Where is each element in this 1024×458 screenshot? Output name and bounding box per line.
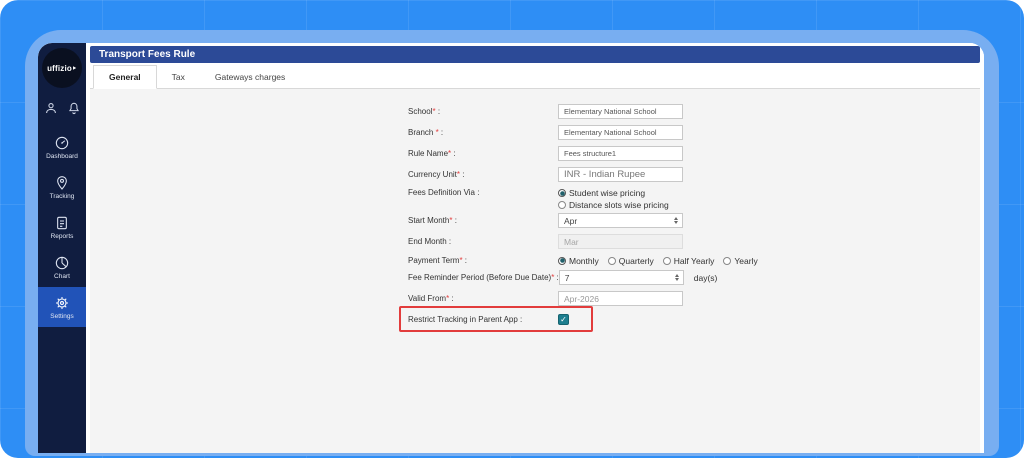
sidebar-item-dashboard[interactable]: Dashboard bbox=[38, 127, 86, 167]
dashboard-icon bbox=[55, 136, 69, 150]
radio-student-wise-pricing[interactable]: Student wise pricing bbox=[558, 188, 669, 198]
radio-yearly[interactable]: Yearly bbox=[723, 256, 758, 266]
end-month-input: Mar bbox=[558, 234, 683, 249]
form-row-restrict-tracking: Restrict Tracking in Parent App : ✓ bbox=[399, 306, 980, 332]
start-month-select[interactable]: Apr bbox=[558, 213, 683, 228]
sidebar-nav: Dashboard Tracking Reports Chart Setting… bbox=[38, 127, 86, 327]
sidebar-item-reports[interactable]: Reports bbox=[38, 207, 86, 247]
form-row-valid-from: Valid From* : Apr-2026 bbox=[408, 291, 980, 306]
radio-unselected-icon bbox=[662, 256, 671, 265]
background: uffizio‣ Dashboard Tracking Reports Char… bbox=[0, 0, 1024, 458]
form-row-end-month: End Month : Mar bbox=[408, 234, 980, 249]
user-icon[interactable] bbox=[44, 101, 58, 115]
form-row-payment-term: Payment Term* : Monthly Quarterly Half Y… bbox=[408, 255, 980, 266]
valid-from-input[interactable]: Apr-2026 bbox=[558, 291, 683, 306]
form-row-start-month: Start Month* : Apr bbox=[408, 213, 980, 228]
school-input[interactable]: Elementary National School bbox=[558, 104, 683, 119]
tab-tax[interactable]: Tax bbox=[157, 66, 200, 88]
form-row-currency-unit: Currency Unit* : INR - Indian Rupee bbox=[408, 167, 980, 182]
chart-icon bbox=[55, 256, 69, 270]
form-row-fee-reminder: Fee Reminder Period (Before Due Date)* :… bbox=[408, 270, 980, 285]
form-row-rule-name: Rule Name* : Fees structure1 bbox=[408, 146, 980, 161]
restrict-tracking-label: Restrict Tracking in Parent App : bbox=[408, 315, 523, 324]
currency-unit-input[interactable]: INR - Indian Rupee bbox=[558, 167, 683, 182]
gear-icon bbox=[56, 297, 68, 309]
sidebar-item-chart[interactable]: Chart bbox=[38, 247, 86, 287]
brand-logo: uffizio‣ bbox=[42, 48, 82, 88]
spinner-icon bbox=[674, 217, 678, 224]
rule-name-label: Rule Name* : bbox=[408, 149, 456, 158]
restrict-tracking-checkbox[interactable]: ✓ bbox=[558, 314, 569, 325]
end-month-label: End Month : bbox=[408, 237, 452, 246]
radio-unselected-icon bbox=[723, 256, 732, 265]
sidebar-quick-icons bbox=[44, 101, 81, 115]
fee-reminder-unit: day(s) bbox=[693, 272, 718, 283]
radio-unselected-icon bbox=[558, 201, 566, 209]
bell-icon[interactable] bbox=[67, 101, 81, 115]
radio-monthly[interactable]: Monthly bbox=[558, 256, 599, 266]
window-titlebar: Transport Fees Rule bbox=[90, 46, 980, 63]
school-label: School* : bbox=[408, 107, 441, 116]
fee-reminder-label: Fee Reminder Period (Before Due Date)* : bbox=[408, 273, 559, 282]
radio-half-yearly[interactable]: Half Yearly bbox=[662, 256, 714, 266]
spinner-icon bbox=[674, 274, 679, 281]
tab-gateways-charges[interactable]: Gateways charges bbox=[200, 66, 300, 88]
main-panel: Transport Fees Rule General Tax Gateways… bbox=[86, 43, 984, 453]
branch-input[interactable]: Elementary National School bbox=[558, 125, 683, 140]
sidebar-item-label: Reports bbox=[50, 233, 74, 240]
form-row-fees-definition: Fees Definition Via : Student wise prici… bbox=[408, 188, 980, 210]
branch-label: Branch * : bbox=[408, 128, 444, 137]
sidebar-item-label: Settings bbox=[50, 313, 74, 320]
radio-unselected-icon bbox=[607, 256, 616, 265]
start-month-label: Start Month* : bbox=[408, 216, 457, 225]
radio-selected-icon bbox=[558, 189, 566, 197]
sidebar-item-settings[interactable]: Settings bbox=[38, 287, 86, 327]
fees-definition-label: Fees Definition Via : bbox=[408, 188, 480, 197]
fees-definition-radio-group: Student wise pricing Distance slots wise… bbox=[558, 188, 669, 210]
tab-general[interactable]: General bbox=[93, 65, 157, 89]
valid-from-label: Valid From* : bbox=[408, 294, 454, 303]
fee-reminder-input[interactable]: 7 bbox=[558, 270, 684, 285]
payment-term-label: Payment Term* : bbox=[408, 256, 468, 265]
tracking-icon bbox=[57, 176, 67, 190]
payment-term-radio-group: Monthly Quarterly Half Yearly Yearly bbox=[558, 256, 758, 266]
reports-icon bbox=[57, 216, 67, 230]
page-title: Transport Fees Rule bbox=[99, 49, 196, 60]
radio-selected-icon bbox=[558, 256, 566, 265]
tab-bar: General Tax Gateways charges bbox=[90, 63, 980, 89]
sidebar-item-label: Dashboard bbox=[46, 153, 78, 160]
form-row-school: School* : Elementary National School bbox=[408, 104, 980, 119]
sidebar-item-label: Tracking bbox=[49, 193, 75, 200]
radio-quarterly[interactable]: Quarterly bbox=[607, 256, 654, 266]
brand-logo-text: uffizio‣ bbox=[47, 63, 77, 73]
app-window: uffizio‣ Dashboard Tracking Reports Char… bbox=[38, 43, 984, 453]
sidebar-item-label: Chart bbox=[54, 273, 70, 280]
rule-name-input[interactable]: Fees structure1 bbox=[558, 146, 683, 161]
sidebar: uffizio‣ Dashboard Tracking Reports Char… bbox=[38, 43, 86, 453]
radio-distance-slots-wise-pricing[interactable]: Distance slots wise pricing bbox=[558, 200, 669, 210]
form-row-branch: Branch * : Elementary National School bbox=[408, 125, 980, 140]
form-content: School* : Elementary National School Bra… bbox=[90, 89, 980, 453]
sidebar-item-tracking[interactable]: Tracking bbox=[38, 167, 86, 207]
currency-unit-label: Currency Unit* : bbox=[408, 170, 465, 179]
